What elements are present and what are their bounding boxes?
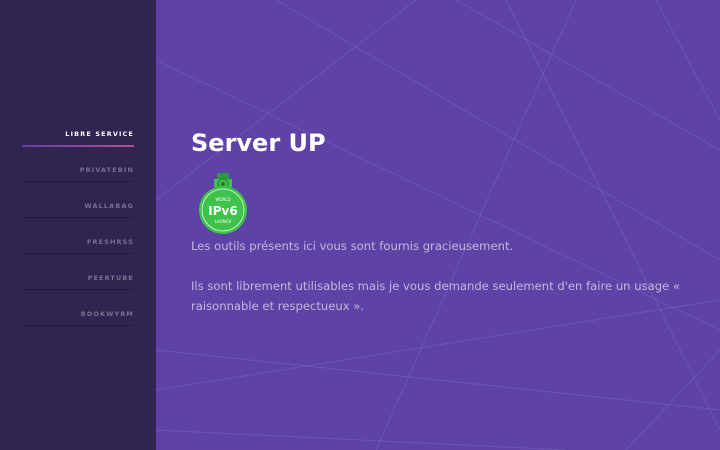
sidebar-link-privatebin[interactable]: Privatebin (22, 158, 134, 183)
ipv6-badge-icon: WORLD IPv6 LAUNCH (199, 173, 247, 234)
page-title: Server UP (191, 129, 326, 157)
usage-paragraph: Ils sont librement utilisables mais je v… (191, 279, 680, 313)
sidebar: Libre Service Privatebin Wallabag FreshR… (0, 0, 156, 450)
sidebar-item-freshrss[interactable]: FreshRSS (22, 230, 134, 266)
page: Libre Service Privatebin Wallabag FreshR… (0, 0, 720, 450)
intro-paragraph: Les outils présents ici vous sont fourni… (191, 239, 514, 253)
content: Server UP WORLD IPv6 LAUNCH Les outils p… (191, 126, 691, 316)
sidebar-item-bookwyrm[interactable]: Bookwyrm (22, 302, 134, 338)
sidebar-nav: Libre Service Privatebin Wallabag FreshR… (22, 122, 134, 338)
sidebar-item-wallabag[interactable]: Wallabag (22, 194, 134, 230)
sidebar-item-libre-service[interactable]: Libre Service (22, 122, 134, 158)
sidebar-item-privatebin[interactable]: Privatebin (22, 158, 134, 194)
sidebar-link-libre-service[interactable]: Libre Service (22, 122, 134, 147)
sidebar-link-peertube[interactable]: Peertube (22, 266, 134, 291)
sidebar-link-freshrss[interactable]: FreshRSS (22, 230, 134, 255)
badge-label: IPv6 (208, 204, 237, 218)
sidebar-link-wallabag[interactable]: Wallabag (22, 194, 134, 219)
sidebar-link-bookwyrm[interactable]: Bookwyrm (22, 302, 134, 327)
main-content: Server UP WORLD IPv6 LAUNCH Les outils p… (156, 0, 720, 450)
sidebar-item-peertube[interactable]: Peertube (22, 266, 134, 302)
badge-bottom-text: LAUNCH (215, 219, 232, 224)
badge-top-text: WORLD (215, 197, 230, 202)
